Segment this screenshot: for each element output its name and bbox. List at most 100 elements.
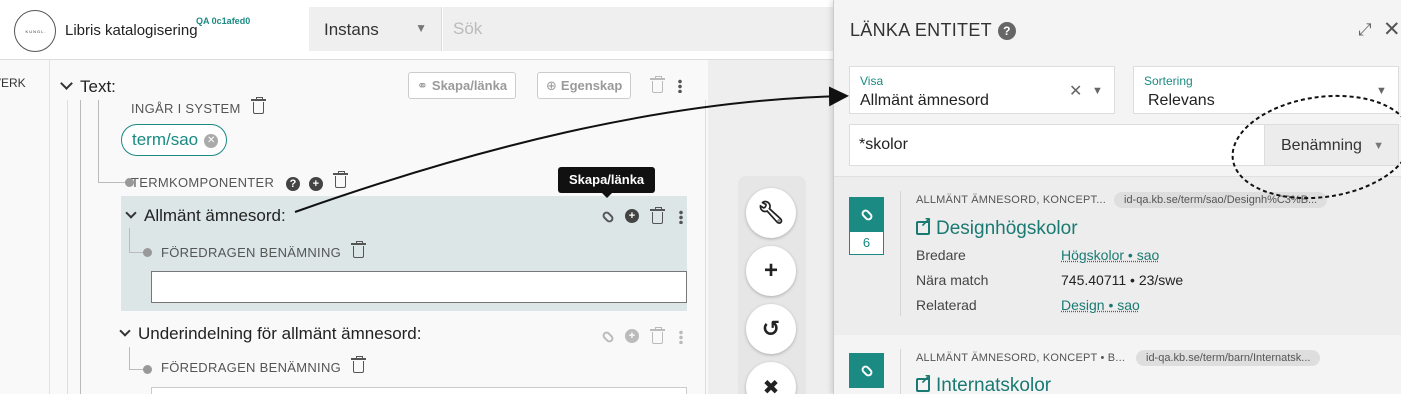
delete-icon[interactable]	[650, 76, 665, 93]
query-type-select[interactable]: Benämning ▼	[1264, 124, 1399, 166]
link-result-button[interactable]: 6	[849, 197, 884, 255]
panel-title-text: LÄNKA ENTITET	[850, 20, 992, 40]
underindelning-title[interactable]: Underindelning för allmänt ämnesord:	[119, 324, 422, 344]
undo-button[interactable]: ↺	[746, 304, 796, 354]
delete-icon[interactable]	[332, 171, 348, 188]
left-column-stub: VERK	[0, 60, 50, 394]
row-value: 745.40711 • 23/swe	[1061, 272, 1184, 288]
result-title: Designhögskolor	[936, 218, 1078, 239]
link-entity-panel: LÄNKA ENTITET? ⤢ ✕ Visa Allmänt ämnesord…	[833, 0, 1401, 394]
link-icon[interactable]	[600, 329, 616, 345]
result-card[interactable]: 6 ALLMÄNT ÄMNESORD, KONCEPT... id-qa.kb.…	[834, 177, 1401, 332]
result-title-link[interactable]: Internatskolor	[916, 371, 1052, 394]
card-divider	[900, 191, 901, 316]
add-icon[interactable]: +	[309, 176, 324, 191]
text-title-label: Text:	[80, 77, 116, 96]
link-icon: ⚭	[417, 78, 428, 93]
plus-circle-icon: ⊕	[546, 78, 557, 93]
preferred-label-input-2[interactable]	[151, 387, 687, 394]
result-title: Internatskolor	[936, 375, 1052, 394]
result-type: ALLMÄNT ÄMNESORD, KONCEPT...	[916, 194, 1106, 206]
link-icon[interactable]	[600, 209, 616, 225]
allmant-amnesord-block: Allmänt ämnesord: + FÖREDRAGEN BENÄMNING	[121, 196, 687, 311]
external-link-icon	[916, 214, 932, 235]
help-icon[interactable]: ?	[286, 176, 301, 191]
termkomponenter-label: TERMKOMPONENTER ? +	[131, 171, 348, 191]
row-value-link[interactable]: Högskolor • sao	[1061, 247, 1159, 263]
chevron-down-icon[interactable]	[60, 77, 73, 90]
preferred-label-input[interactable]	[151, 271, 687, 303]
allmant-amnesord-title[interactable]: Allmänt ämnesord:	[125, 206, 286, 226]
delete-icon[interactable]	[650, 327, 665, 344]
delete-icon[interactable]	[650, 207, 665, 224]
chevron-down-icon[interactable]	[125, 207, 137, 219]
logo-text: KUNGL. BIBLIOTEKET	[25, 29, 47, 34]
close-icon[interactable]: ✕	[1383, 17, 1401, 42]
create-link-label: Skapa/länka	[431, 78, 508, 93]
link-badge	[850, 198, 883, 232]
add-property-button[interactable]: ⊕ Egenskap	[537, 72, 632, 99]
expand-icon[interactable]: ⤢	[1358, 20, 1372, 40]
delete-icon[interactable]	[351, 241, 366, 258]
app-name[interactable]: Libris katalogisering	[65, 22, 198, 39]
sort-select[interactable]: Sortering Relevans ▼	[1133, 66, 1399, 114]
plus-icon: +	[763, 257, 778, 284]
text-body: INGÅR I SYSTEM term/sao ✕ TERMKOMPONENTER…	[67, 97, 706, 394]
add-icon[interactable]: +	[625, 329, 639, 343]
results-list: 6 ALLMÄNT ÄMNESORD, KONCEPT... id-qa.kb.…	[834, 176, 1401, 394]
delete-icon[interactable]	[250, 97, 266, 114]
text-title[interactable]: Text:	[60, 77, 116, 97]
result-type: ALLMÄNT ÄMNESORD, KONCEPT • B...	[916, 352, 1126, 364]
term-pill-label: term/sao	[132, 130, 199, 149]
usage-count: 6	[862, 235, 871, 250]
more-menu-icon[interactable]	[678, 79, 682, 93]
tools-button[interactable]: 🔧︎	[746, 188, 796, 238]
wrench-icon: 🔧︎	[757, 200, 785, 225]
result-title-link[interactable]: Designhögskolor	[916, 214, 1078, 240]
search-input[interactable]	[443, 7, 833, 51]
node-dot	[143, 365, 152, 374]
add-property-label: Egenskap	[560, 78, 623, 93]
row-value-link[interactable]: Design • sao	[1061, 297, 1140, 313]
floating-toolstrip: 🔧︎ + ↺ ✖	[738, 176, 806, 394]
foredragen-benamning-label: FÖREDRAGEN BENÄMNING	[161, 241, 366, 260]
add-icon[interactable]: +	[625, 209, 639, 223]
query-input[interactable]	[849, 124, 1265, 166]
term-sao-pill[interactable]: term/sao ✕	[121, 124, 228, 156]
sort-value: Relevans	[1148, 92, 1215, 109]
chevron-down-icon[interactable]	[119, 325, 131, 337]
preferred-label-text: FÖREDRAGEN BENÄMNING	[161, 245, 342, 260]
more-menu-icon[interactable]	[679, 210, 683, 224]
tree-connector	[80, 100, 81, 394]
external-link-icon	[916, 371, 932, 392]
result-card[interactable]: ALLMÄNT ÄMNESORD, KONCEPT • B... id-qa.k…	[834, 335, 1401, 394]
row-key: Bredare	[916, 247, 966, 263]
tree-connector	[98, 100, 99, 182]
visa-select[interactable]: Visa Allmänt ämnesord ✕ ▼	[849, 66, 1115, 114]
caret-down-icon: ▼	[1092, 85, 1103, 97]
remove-icon[interactable]: ✕	[204, 133, 219, 148]
clear-icon[interactable]: ✕	[1069, 81, 1082, 101]
link-result-button[interactable]	[849, 353, 884, 388]
delete-icon[interactable]	[351, 356, 366, 373]
close-icon: ✖	[762, 377, 780, 394]
help-icon[interactable]: ?	[997, 22, 1016, 40]
panel-title: LÄNKA ENTITET?	[850, 20, 1016, 41]
tree-connector	[129, 228, 130, 252]
caret-down-icon: ▼	[415, 21, 427, 35]
add-button[interactable]: +	[746, 246, 796, 296]
search-type-select[interactable]: Instans ▼	[309, 7, 442, 51]
create-link-tooltip: Skapa/länka	[558, 167, 656, 198]
close-button[interactable]: ✖	[746, 362, 796, 394]
verk-label: VERK	[0, 76, 26, 90]
visa-label: Visa	[860, 74, 884, 88]
result-uri: id-qa.kb.se/term/barn/Internatsk...	[1136, 350, 1321, 366]
more-menu-icon[interactable]	[679, 330, 683, 344]
card-divider	[900, 349, 901, 394]
create-link-button[interactable]: ⚭ Skapa/länka	[408, 72, 517, 99]
ingar-label-text: INGÅR I SYSTEM	[131, 101, 241, 116]
ingar-i-system-label: INGÅR I SYSTEM	[131, 97, 266, 116]
kb-logo[interactable]: KUNGL. BIBLIOTEKET	[14, 10, 56, 52]
sort-label: Sortering	[1144, 74, 1193, 88]
search-type-label: Instans	[324, 20, 379, 39]
